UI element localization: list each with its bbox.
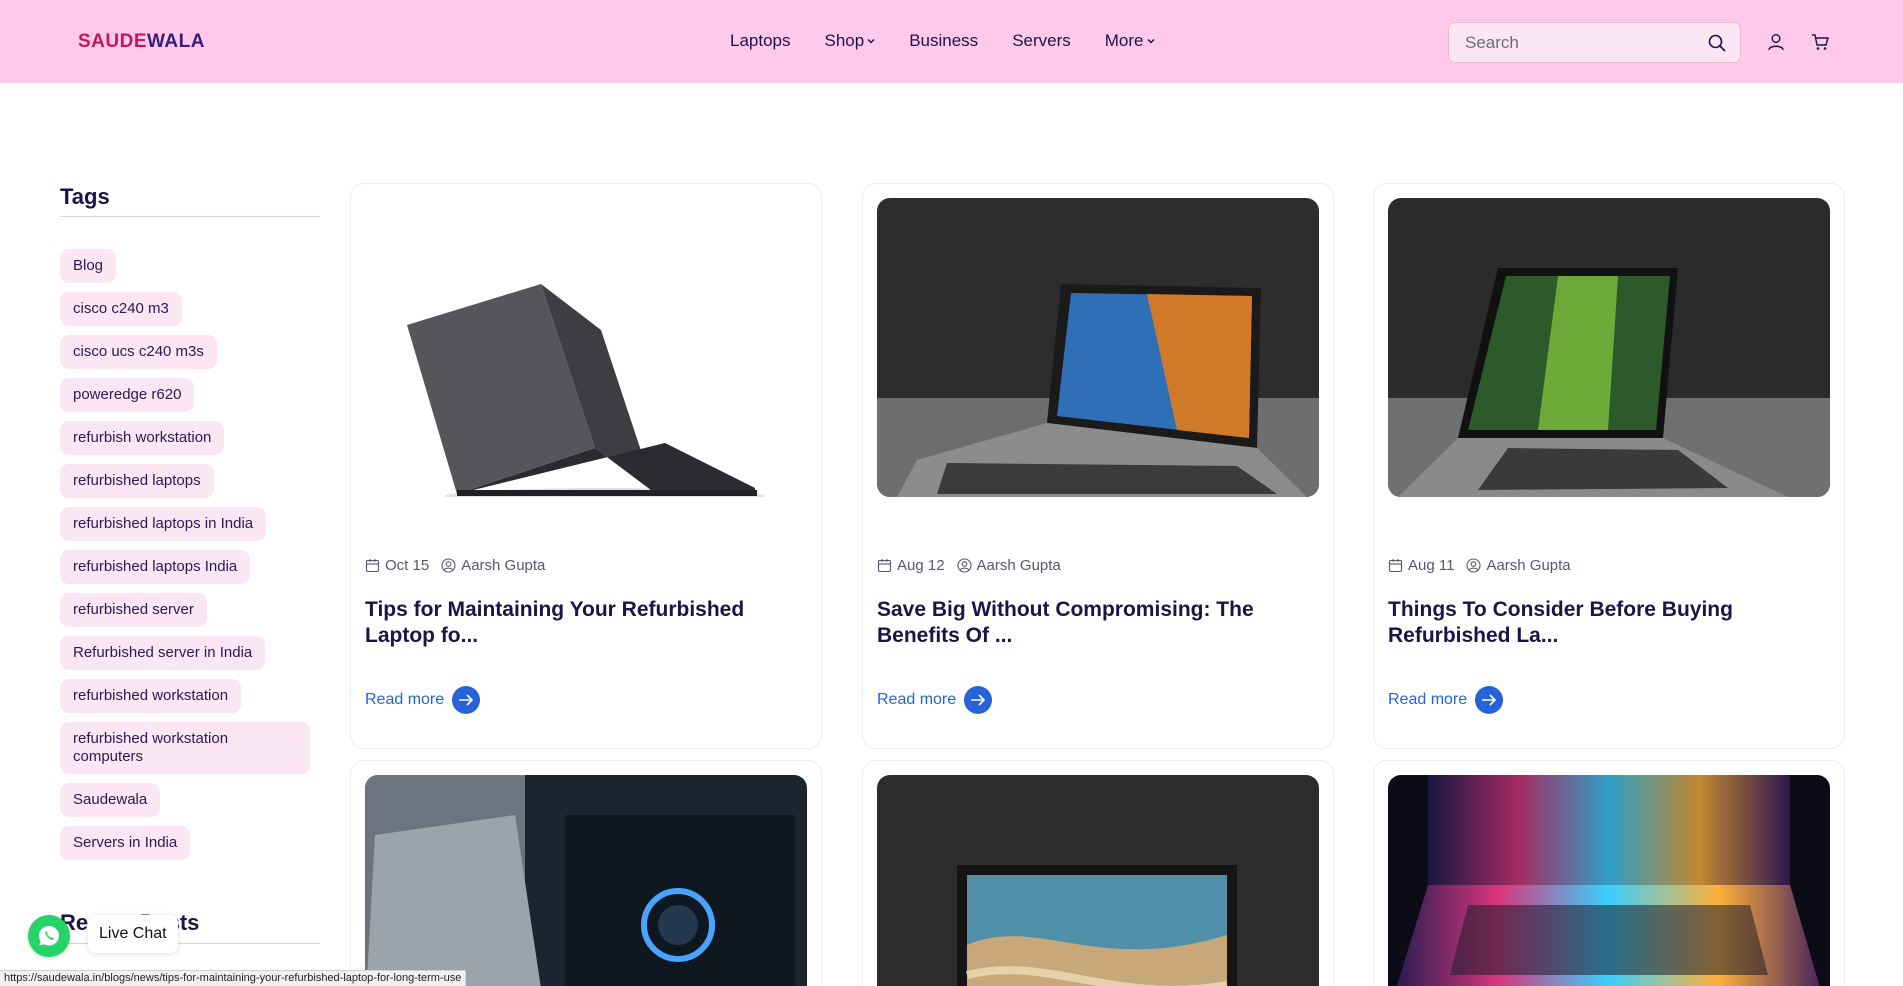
post-date: Oct 15 (385, 557, 430, 574)
arrow-right-icon (452, 686, 481, 714)
post-date: Aug 12 (897, 557, 945, 574)
post-image[interactable] (877, 198, 1319, 497)
post-image[interactable] (1388, 198, 1830, 497)
nav-label: Servers (1012, 31, 1071, 50)
site-logo[interactable]: SAUDEWALA (78, 31, 205, 53)
search-icon[interactable] (1707, 33, 1727, 53)
tag-chip[interactable]: refurbished laptops India (60, 550, 251, 584)
read-more-link[interactable]: Read more (877, 686, 993, 714)
tags-heading: Tags (60, 184, 110, 209)
post-meta: Aug 11 Aarsh Gupta (1388, 557, 1571, 574)
tag-chip[interactable]: refurbished server (60, 593, 207, 627)
calendar-icon (877, 559, 892, 573)
cart-icon[interactable] (1810, 32, 1830, 52)
user-icon (1466, 558, 1481, 573)
blog-card: Aug 11 Aarsh Gupta Things To Consider Be… (1373, 183, 1845, 749)
nav-servers[interactable]: Servers (1012, 31, 1071, 51)
chevron-down-icon (1146, 38, 1155, 44)
read-more-label: Read more (1388, 691, 1468, 708)
nav-more[interactable]: More (1105, 31, 1155, 51)
read-more-label: Read more (877, 691, 957, 708)
nav-shop[interactable]: Shop (825, 31, 876, 51)
post-meta: Aug 12 Aarsh Gupta (877, 557, 1061, 574)
post-meta: Oct 15 Aarsh Gupta (365, 557, 545, 574)
nav-label: Laptops (730, 31, 791, 50)
tag-chip[interactable]: cisco c240 m3 (60, 292, 182, 326)
tag-chip[interactable]: Saudewala (60, 783, 161, 817)
post-author: Aarsh Gupta (1486, 557, 1571, 574)
tag-chip[interactable]: poweredge r620 (60, 378, 195, 412)
live-chat-button[interactable]: Live Chat (88, 915, 178, 953)
post-title[interactable]: Tips for Maintaining Your Refurbished La… (365, 597, 805, 649)
main-nav: Laptops Shop Business Servers More (730, 31, 1155, 51)
post-image[interactable] (365, 198, 807, 497)
post-date: Aug 11 (1408, 557, 1455, 574)
read-more-link[interactable]: Read more (1388, 686, 1504, 714)
tag-chip[interactable]: Blog (60, 249, 117, 283)
tag-chip[interactable]: refurbish workstation (60, 421, 225, 455)
nav-business[interactable]: Business (909, 31, 978, 51)
divider (60, 216, 320, 217)
post-image[interactable] (877, 775, 1319, 986)
tag-chip[interactable]: refurbished workstation computers (60, 722, 310, 774)
search-box (1448, 22, 1741, 63)
calendar-icon (1388, 559, 1403, 573)
post-author: Aarsh Gupta (461, 557, 546, 574)
read-more-link[interactable]: Read more (365, 686, 481, 714)
post-title[interactable]: Save Big Without Compromising: The Benef… (877, 597, 1317, 649)
status-bar-url: https://saudewala.in/blogs/news/tips-for… (0, 970, 467, 986)
tag-chip[interactable]: refurbished workstation (60, 679, 242, 713)
nav-label: Business (909, 31, 979, 50)
nav-laptops[interactable]: Laptops (730, 31, 791, 51)
logo-text-part2: WALA (147, 31, 205, 52)
user-icon (956, 558, 972, 573)
read-more-label: Read more (365, 691, 445, 708)
chevron-down-icon (867, 38, 875, 44)
calendar-icon (365, 559, 380, 573)
arrow-right-icon (1475, 686, 1504, 714)
post-title[interactable]: Things To Consider Before Buying Refurbi… (1388, 597, 1828, 649)
post-image[interactable] (1388, 775, 1830, 986)
account-icon[interactable] (1766, 32, 1786, 52)
whatsapp-icon[interactable] (28, 915, 70, 957)
search-input[interactable] (1465, 32, 1695, 54)
tag-chip[interactable]: refurbished laptops (60, 464, 214, 498)
tag-chip[interactable]: cisco ucs c240 m3s (60, 335, 217, 369)
site-header: SAUDEWALA Laptops Shop Business Servers … (0, 0, 1903, 83)
blog-card: Oct 15 Aarsh Gupta Tips for Maintaining … (350, 183, 822, 749)
blog-card: Aug 12 Aarsh Gupta Save Big Without Comp… (862, 183, 1334, 749)
logo-text-part1: SAUDE (78, 31, 148, 52)
blog-card (350, 760, 822, 986)
blog-card (1373, 760, 1845, 986)
tag-chip[interactable]: Servers in India (60, 826, 191, 860)
user-icon (441, 558, 456, 573)
nav-label: Shop (824, 31, 865, 50)
blog-card (862, 760, 1334, 986)
tag-chip[interactable]: refurbished laptops in India (60, 507, 267, 541)
nav-label: More (1104, 31, 1144, 50)
tag-chip[interactable]: Refurbished server in India (60, 636, 266, 670)
post-author: Aarsh Gupta (976, 557, 1061, 574)
post-image[interactable] (365, 775, 807, 986)
tag-list: Blog cisco c240 m3 cisco ucs c240 m3s po… (60, 249, 316, 860)
arrow-right-icon (964, 686, 993, 714)
